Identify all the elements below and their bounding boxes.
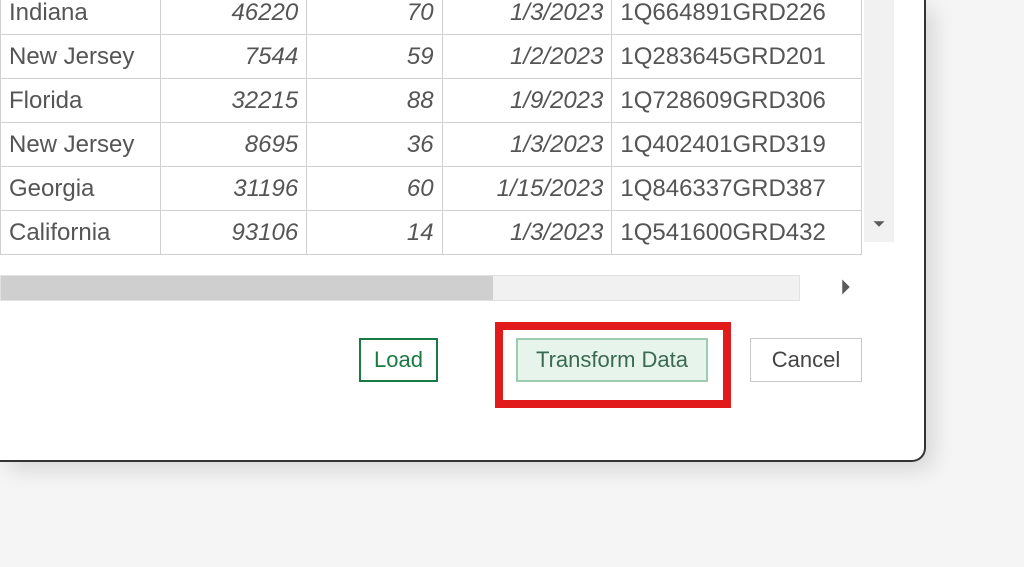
cell-date: 1/3/2023 (442, 0, 612, 35)
cell-date: 1/2/2023 (442, 35, 612, 79)
cell-code: 1Q541600GRD432 (612, 211, 862, 255)
cell-num2: 60 (307, 167, 442, 211)
cell-code: 1Q402401GRD319 (612, 123, 862, 167)
cell-num1: 7544 (160, 35, 307, 79)
preview-table-wrap: Indiana 46220 70 1/3/2023 1Q664891GRD226… (0, 0, 862, 234)
preview-table[interactable]: Indiana 46220 70 1/3/2023 1Q664891GRD226… (0, 0, 862, 255)
cell-num1: 46220 (160, 0, 307, 35)
cell-date: 1/15/2023 (442, 167, 612, 211)
cell-state: Florida (1, 79, 161, 123)
cell-num2: 36 (307, 123, 442, 167)
cell-num2: 70 (307, 0, 442, 35)
cell-num2: 59 (307, 35, 442, 79)
load-button[interactable]: Load (359, 338, 438, 382)
cell-date: 1/3/2023 (442, 123, 612, 167)
cell-date: 1/9/2023 (442, 79, 612, 123)
cell-num1: 31196 (160, 167, 307, 211)
cell-code: 1Q728609GRD306 (612, 79, 862, 123)
cell-code: 1Q283645GRD201 (612, 35, 862, 79)
table-row[interactable]: New Jersey 7544 59 1/2/2023 1Q283645GRD2… (1, 35, 862, 79)
table-row[interactable]: Florida 32215 88 1/9/2023 1Q728609GRD306 (1, 79, 862, 123)
cell-state: California (1, 211, 161, 255)
navigator-dialog: Indiana 46220 70 1/3/2023 1Q664891GRD226… (0, 0, 926, 462)
table-row[interactable]: Indiana 46220 70 1/3/2023 1Q664891GRD226 (1, 0, 862, 35)
cancel-button[interactable]: Cancel (750, 338, 862, 382)
scroll-down-icon[interactable] (864, 213, 894, 240)
table-row[interactable]: Georgia 31196 60 1/15/2023 1Q846337GRD38… (1, 167, 862, 211)
vertical-scrollbar[interactable] (864, 0, 894, 242)
cell-state: Georgia (1, 167, 161, 211)
dialog-button-row: Load Transform Data Cancel (0, 338, 924, 398)
table-row[interactable]: California 93106 14 1/3/2023 1Q541600GRD… (1, 211, 862, 255)
cell-state: Indiana (1, 0, 161, 35)
cell-num1: 8695 (160, 123, 307, 167)
cell-num2: 88 (307, 79, 442, 123)
cell-num1: 32215 (160, 79, 307, 123)
cell-state: New Jersey (1, 123, 161, 167)
table-row[interactable]: New Jersey 8695 36 1/3/2023 1Q402401GRD3… (1, 123, 862, 167)
cell-num2: 14 (307, 211, 442, 255)
transform-data-button[interactable]: Transform Data (516, 338, 708, 382)
scroll-thumb[interactable] (1, 276, 493, 300)
horizontal-scrollbar[interactable] (0, 275, 800, 301)
cell-code: 1Q664891GRD226 (612, 0, 862, 35)
scroll-right-icon[interactable] (831, 272, 861, 307)
cell-num1: 93106 (160, 211, 307, 255)
cell-state: New Jersey (1, 35, 161, 79)
cell-date: 1/3/2023 (442, 211, 612, 255)
load-split-button: Load (359, 338, 472, 382)
cell-code: 1Q846337GRD387 (612, 167, 862, 211)
